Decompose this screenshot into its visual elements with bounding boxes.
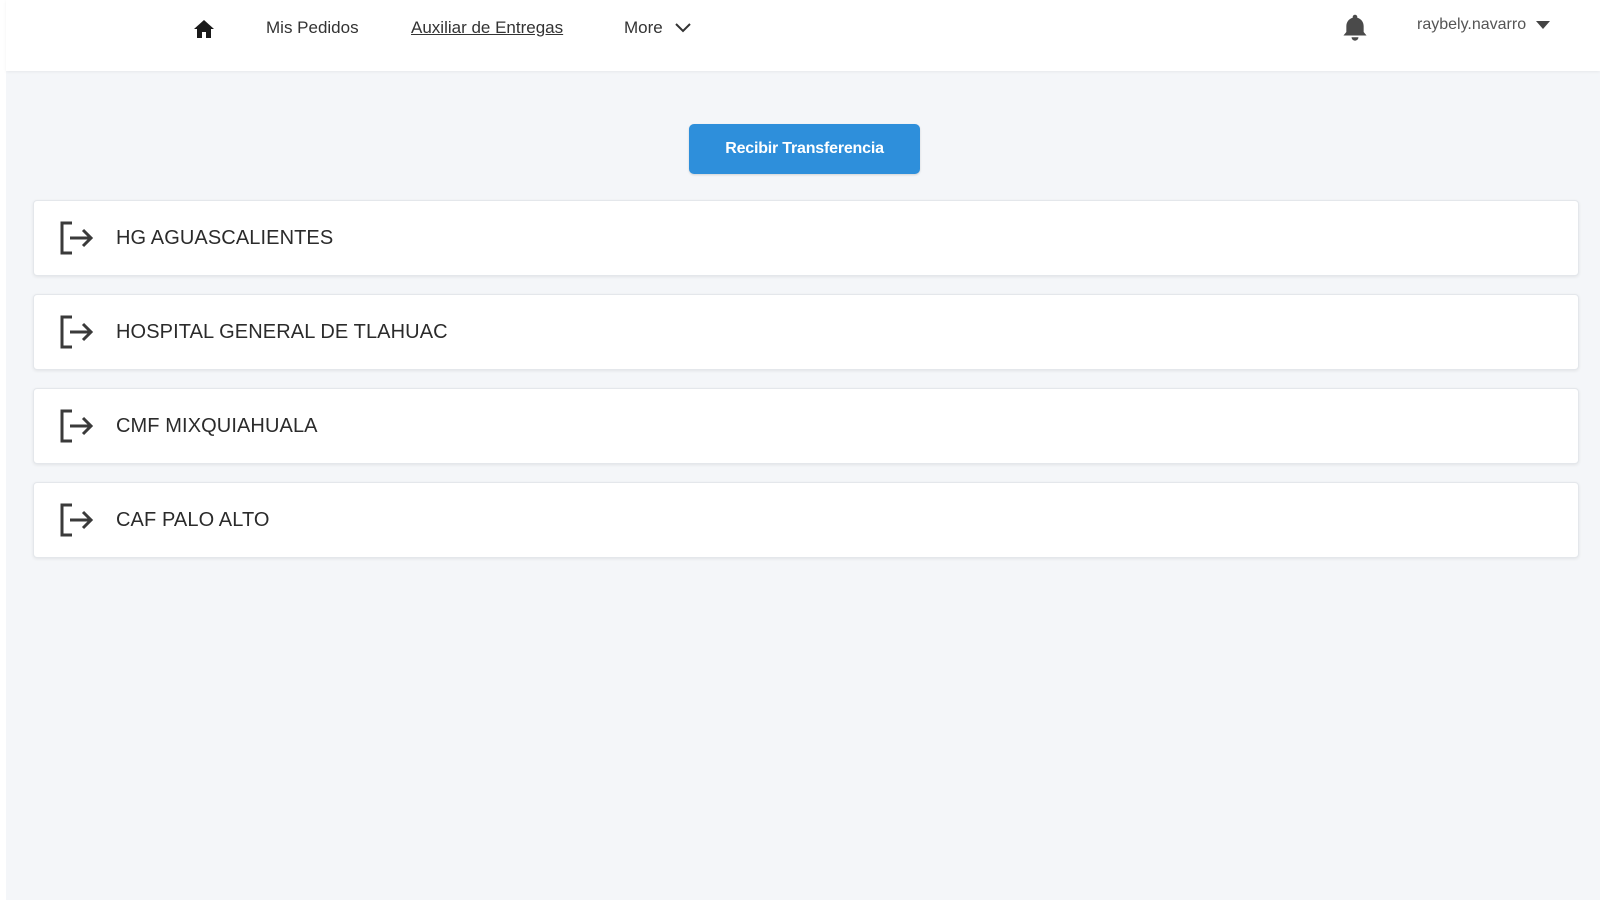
username-label: raybely.navarro (1417, 16, 1527, 33)
location-name: HG AGUASCALIENTES (116, 226, 334, 249)
notifications-button[interactable] (1339, 12, 1371, 44)
location-name: HOSPITAL GENERAL DE TLAHUAC (116, 320, 448, 343)
nav-link-mis-pedidos[interactable]: Mis Pedidos (266, 17, 359, 39)
location-item-hospital-general-de-tlahuac[interactable]: HOSPITAL GENERAL DE TLAHUAC (33, 294, 1579, 370)
user-menu[interactable]: raybely.navarro (1417, 16, 1551, 34)
caret-down-icon (1536, 21, 1551, 29)
location-name: CAF PALO ALTO (116, 508, 270, 531)
chevron-down-icon (675, 23, 691, 33)
sign-out-icon (58, 313, 96, 351)
more-menu[interactable]: More (624, 17, 691, 39)
bell-icon (1343, 14, 1367, 41)
sign-out-icon (58, 219, 96, 257)
receive-transfer-button[interactable]: Recibir Transferencia (689, 124, 920, 174)
location-name: CMF MIXQUIAHUALA (116, 414, 318, 437)
home-button[interactable] (191, 16, 217, 42)
location-item-cmf-mixquiahuala[interactable]: CMF MIXQUIAHUALA (33, 388, 1579, 464)
location-item-hg-aguascalientes[interactable]: HG AGUASCALIENTES (33, 200, 1579, 276)
sign-out-icon (58, 501, 96, 539)
location-list: HG AGUASCALIENTES HOSPITAL GENERAL DE TL… (33, 200, 1579, 576)
sign-out-icon (58, 407, 96, 445)
nav-link-auxiliar-de-entregas[interactable]: Auxiliar de Entregas (411, 17, 563, 39)
home-icon (194, 20, 214, 38)
location-item-caf-palo-alto[interactable]: CAF PALO ALTO (33, 482, 1579, 558)
top-navigation-bar: Mis Pedidos Auxiliar de Entregas More ra… (6, 0, 1600, 71)
more-menu-label: More (624, 18, 663, 37)
app-root: Mis Pedidos Auxiliar de Entregas More ra… (6, 0, 1600, 900)
